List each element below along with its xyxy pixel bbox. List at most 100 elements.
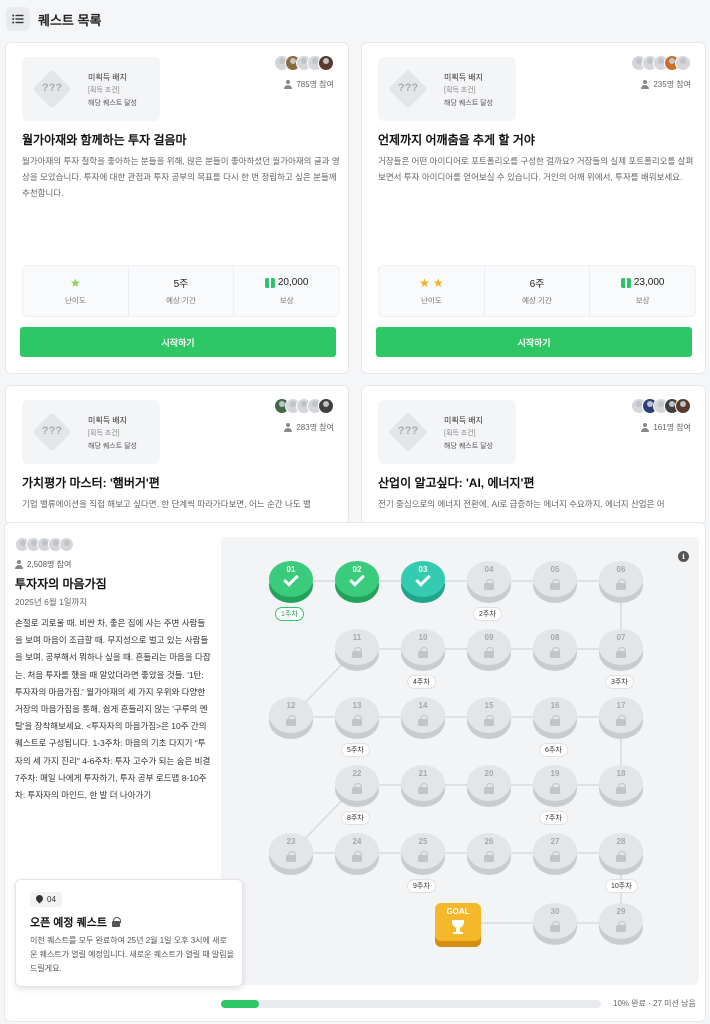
mission-number: 26 — [484, 837, 494, 846]
lock-icon — [352, 851, 362, 862]
week-label: 7주차 — [539, 811, 568, 825]
mission-node[interactable]: 28 — [599, 833, 643, 875]
badge-condition: [획득 조건] — [88, 430, 120, 437]
reward-stat: 23,000 보상 — [590, 266, 695, 316]
lock-icon — [484, 579, 494, 590]
mission-node[interactable]: 06 — [599, 561, 643, 603]
mission-node[interactable]: 20 — [467, 765, 511, 807]
person-icon — [641, 80, 650, 89]
mission-number: 08 — [550, 633, 560, 642]
duration-stat: 6주 예상 기간 — [485, 266, 591, 316]
goal-node[interactable]: GOAL — [435, 903, 481, 947]
lock-icon — [418, 647, 428, 658]
mission-node[interactable]: 02 — [335, 561, 379, 603]
location-pin-icon — [36, 895, 43, 904]
mission-node[interactable]: 19 — [533, 765, 577, 807]
avatar — [59, 537, 74, 552]
mission-node[interactable]: 14 — [401, 697, 445, 739]
avatar — [675, 55, 691, 71]
participant-avatars — [274, 398, 334, 414]
week-label: 10주차 — [605, 879, 638, 893]
mission-number: 15 — [484, 701, 494, 710]
mission-number: 21 — [418, 769, 428, 778]
mission-node[interactable]: 22 — [335, 765, 379, 807]
menu-button[interactable] — [6, 7, 30, 31]
mission-node[interactable]: 09 — [467, 629, 511, 671]
lock-icon — [286, 851, 296, 862]
page-title: 퀘스트 목록 — [38, 12, 102, 28]
gift-icon — [264, 277, 275, 288]
quest-detail-panel: 2,508명 참여 투자자의 마음가짐 2025년 6월 1일까지 손절로 괴로… — [4, 522, 706, 1022]
mission-node[interactable]: 26 — [467, 833, 511, 875]
mission-node[interactable]: 04 — [467, 561, 511, 603]
mission-number: 04 — [484, 565, 494, 574]
lock-icon — [484, 851, 494, 862]
badge-box: ??? 미획득 배지 [획득 조건] 해당 퀘스트 달성 — [378, 400, 516, 464]
participant-count: 283명 참여 — [284, 422, 334, 433]
lock-icon — [616, 851, 626, 862]
badge-title: 미획득 배지 — [88, 416, 128, 425]
start-button[interactable]: 시작하기 — [376, 327, 692, 357]
page-header: 퀘스트 목록 — [0, 0, 710, 38]
quest-card[interactable]: ??? 미획득 배지 [획득 조건] 해당 퀘스트 달성 161명 참여 산업이… — [361, 385, 706, 525]
mission-node[interactable]: 29 — [599, 903, 643, 945]
mission-node[interactable]: 30 — [533, 903, 577, 945]
week-label: 3주차 — [605, 675, 634, 689]
lock-icon — [616, 921, 626, 932]
mission-number: 13 — [352, 701, 362, 710]
mission-number: 10 — [418, 633, 428, 642]
list-icon — [12, 14, 24, 24]
mission-node[interactable]: 15 — [467, 697, 511, 739]
badge-placeholder-icon: ??? — [388, 412, 428, 452]
start-button[interactable]: 시작하기 — [20, 327, 336, 357]
lock-icon — [352, 783, 362, 794]
mission-node[interactable]: 13 — [335, 697, 379, 739]
mission-node[interactable]: 17 — [599, 697, 643, 739]
lock-icon — [484, 783, 494, 794]
week-label: 8주차 — [341, 811, 370, 825]
reward-stat: 20,000 보상 — [234, 266, 339, 316]
mission-node[interactable]: 23 — [269, 833, 313, 875]
mission-number: 22 — [352, 769, 362, 778]
gift-icon — [620, 277, 631, 288]
quest-deadline: 2025년 6월 1일까지 — [15, 597, 88, 607]
duration-stat: 5주 예상 기간 — [129, 266, 235, 316]
lock-icon — [111, 917, 121, 927]
mission-node[interactable]: 12 — [269, 697, 313, 739]
badge-condition: [획득 조건] — [444, 87, 476, 94]
mission-node[interactable]: 08 — [533, 629, 577, 671]
mission-number: 18 — [616, 769, 626, 778]
badge-requirement: 해당 퀘스트 달성 — [88, 100, 137, 107]
lock-icon — [418, 851, 428, 862]
week-label: 1주차 — [275, 607, 304, 621]
trophy-icon — [453, 932, 463, 934]
week-label: 4주차 — [407, 675, 436, 689]
week-label: 6주차 — [539, 743, 568, 757]
participant-avatars — [631, 55, 691, 71]
mission-node[interactable]: 07 — [599, 629, 643, 671]
mission-node[interactable]: 21 — [401, 765, 445, 807]
mission-node[interactable]: 18 — [599, 765, 643, 807]
mission-node[interactable]: 16 — [533, 697, 577, 739]
lock-icon — [550, 783, 560, 794]
quest-card[interactable]: ??? 미획득 배지 [획득 조건] 해당 퀘스트 달성 785명 참여 월가아… — [5, 42, 349, 374]
mission-node[interactable]: 05 — [533, 561, 577, 603]
mission-node[interactable]: 01 — [269, 561, 313, 603]
quest-card[interactable]: ??? 미획득 배지 [획득 조건] 해당 퀘스트 달성 283명 참여 가치평… — [5, 385, 349, 525]
star-icon: ★ — [432, 275, 444, 290]
lock-icon — [418, 783, 428, 794]
person-icon — [284, 80, 293, 89]
mission-node[interactable]: 27 — [533, 833, 577, 875]
mission-node[interactable]: 24 — [335, 833, 379, 875]
mission-node[interactable]: 25 — [401, 833, 445, 875]
mission-number: 27 — [550, 837, 560, 846]
difficulty-stat: ★ 난이도 — [23, 266, 129, 316]
quest-card[interactable]: ??? 미획득 배지 [획득 조건] 해당 퀘스트 달성 235명 참여 언제까… — [361, 42, 706, 374]
mission-number: 20 — [484, 769, 494, 778]
quest-description: 기업 밸류에이션을 직접 해보고 싶다면. 한 단계씩 따라가다보면, 어느 순… — [22, 499, 311, 509]
mission-node[interactable]: 10 — [401, 629, 445, 671]
mission-node[interactable]: 03 — [401, 561, 445, 603]
info-icon[interactable]: i — [678, 551, 689, 562]
badge-requirement: 해당 퀘스트 달성 — [444, 100, 493, 107]
mission-node[interactable]: 11 — [335, 629, 379, 671]
